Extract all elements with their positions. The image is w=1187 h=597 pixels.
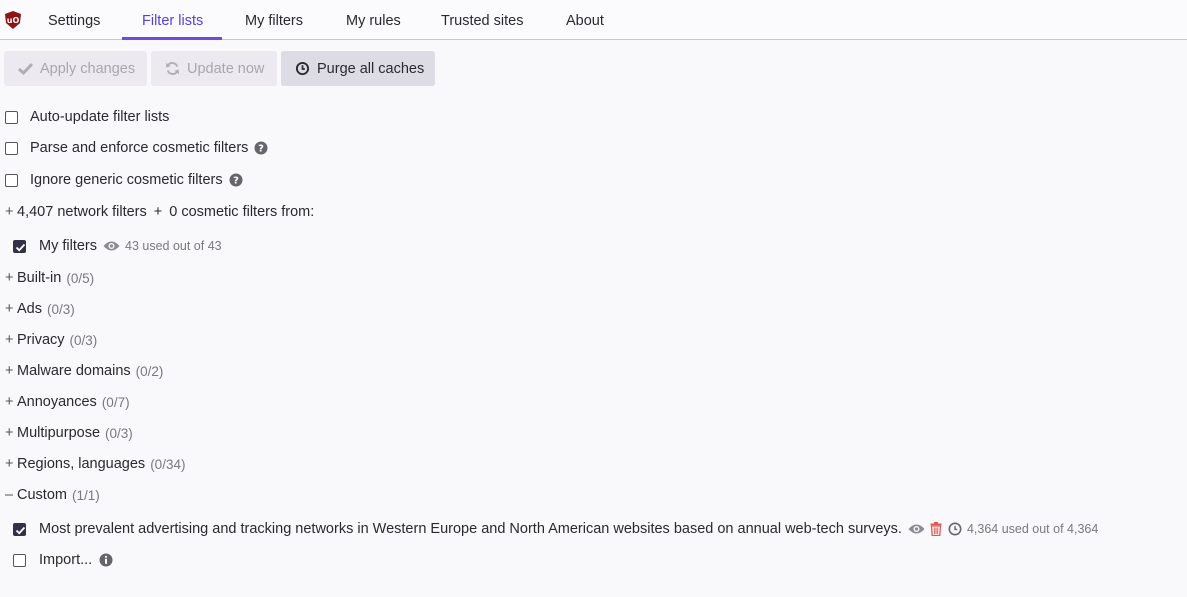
group-count: (0/3) (105, 425, 133, 441)
group-name: Custom (17, 487, 67, 503)
svg-text:?: ? (259, 144, 265, 155)
generic-cosmetic-checkbox[interactable] (5, 173, 18, 187)
cosmetic-filters-checkbox[interactable] (5, 141, 18, 155)
custom-filter-label: Most prevalent advertising and tracking … (39, 521, 902, 537)
import-label: Import... (39, 552, 93, 568)
group-annoyances[interactable]: + Annoyances (0/7) (5, 393, 130, 411)
option-auto-update[interactable]: Auto-update filter lists (5, 108, 169, 126)
option-generic-cosmetic[interactable]: Ignore generic cosmetic filters ? (5, 171, 243, 189)
question-icon[interactable]: ? (254, 141, 268, 155)
group-count: (1/1) (71, 487, 100, 503)
group-count: (0/3) (69, 332, 98, 348)
tab-bar: uO Settings Filter lists My filters My r… (0, 0, 1187, 40)
custom-filter-usage: 4,364 used out of 4,364 (966, 522, 1099, 536)
network-filter-count: 4,407 network filters (17, 204, 147, 220)
eye-icon[interactable] (908, 523, 925, 535)
import-checkbox[interactable] (13, 553, 26, 567)
group-multipurpose[interactable]: + Multipurpose (0/3) (5, 424, 133, 442)
option-cosmetic-filters[interactable]: Parse and enforce cosmetic filters ? (5, 139, 268, 157)
list-item-my-filters[interactable]: My filters 43 used out of 43 (13, 237, 222, 255)
group-collapser[interactable]: – (5, 487, 17, 503)
group-expander[interactable]: + (5, 425, 17, 441)
group-count: (0/7) (101, 394, 130, 410)
group-name: Ads (17, 301, 42, 317)
group-count: (0/2) (135, 363, 164, 379)
svg-text:?: ? (233, 176, 239, 187)
group-expander[interactable]: + (5, 301, 17, 317)
check-icon (18, 62, 33, 75)
group-expander[interactable]: + (5, 270, 17, 286)
question-icon[interactable]: ? (229, 173, 243, 187)
custom-filter-checkbox[interactable] (13, 522, 26, 536)
clock-icon[interactable] (948, 522, 962, 536)
group-name: Regions, languages (17, 456, 146, 472)
group-expander[interactable]: + (5, 456, 17, 472)
my-filters-checkbox[interactable] (13, 239, 26, 253)
clock-icon (295, 61, 310, 76)
tab-filter-lists[interactable]: Filter lists (121, 0, 223, 40)
group-privacy[interactable]: + Privacy (0/3) (5, 331, 97, 349)
group-expander[interactable]: + (5, 394, 17, 410)
info-icon[interactable] (99, 553, 113, 567)
group-expander[interactable]: + (5, 332, 17, 348)
tab-trusted-sites[interactable]: Trusted sites (441, 0, 523, 39)
my-filters-usage: 43 used out of 43 (125, 239, 222, 253)
summary-plus: + (153, 204, 163, 220)
group-malware-domains[interactable]: + Malware domains (0/2) (5, 362, 163, 380)
summary-prefix: + (5, 204, 14, 220)
group-name: Malware domains (17, 363, 131, 379)
cosmetic-filter-count: 0 cosmetic filters from: (169, 204, 315, 220)
group-expander[interactable]: + (5, 363, 17, 379)
svg-text:uO: uO (7, 16, 20, 25)
list-item-custom-filter[interactable]: Most prevalent advertising and tracking … (13, 520, 1098, 538)
update-now-label: Update now (187, 60, 265, 77)
cosmetic-filters-label: Parse and enforce cosmetic filters (30, 140, 249, 156)
group-name: Multipurpose (17, 425, 101, 441)
group-regions-languages[interactable]: + Regions, languages (0/34) (5, 455, 185, 473)
group-count: (0/34) (150, 456, 186, 472)
group-name: Annoyances (17, 394, 97, 410)
trash-icon[interactable] (930, 522, 942, 536)
ublock-logo: uO (5, 11, 21, 29)
auto-update-checkbox[interactable] (5, 110, 18, 124)
filter-summary: + 4,407 network filters + 0 cosmetic fil… (5, 203, 314, 221)
group-built-in[interactable]: + Built-in (0/5) (5, 269, 94, 287)
tab-my-filters[interactable]: My filters (245, 0, 303, 39)
my-filters-label: My filters (39, 238, 97, 254)
group-count: (0/5) (66, 270, 95, 286)
auto-update-label: Auto-update filter lists (30, 109, 170, 125)
group-count: (0/3) (47, 301, 75, 317)
tab-settings[interactable]: Settings (48, 0, 100, 39)
group-name: Built-in (17, 270, 62, 286)
generic-cosmetic-label: Ignore generic cosmetic filters (30, 172, 223, 188)
tab-my-rules[interactable]: My rules (346, 0, 401, 39)
purge-all-caches-label: Purge all caches (317, 60, 425, 77)
eye-icon[interactable] (103, 240, 120, 252)
group-custom[interactable]: – Custom (1/1) (5, 486, 100, 504)
update-now-button[interactable]: Update now (151, 51, 277, 86)
purge-all-caches-button[interactable]: Purge all caches (281, 51, 435, 86)
group-name: Privacy (17, 332, 65, 348)
list-item-import[interactable]: Import... (13, 551, 113, 569)
apply-changes-button[interactable]: Apply changes (4, 51, 147, 86)
tab-about[interactable]: About (566, 0, 604, 39)
refresh-icon (165, 62, 180, 75)
apply-changes-label: Apply changes (40, 60, 136, 77)
group-ads[interactable]: + Ads (0/3) (5, 300, 75, 318)
